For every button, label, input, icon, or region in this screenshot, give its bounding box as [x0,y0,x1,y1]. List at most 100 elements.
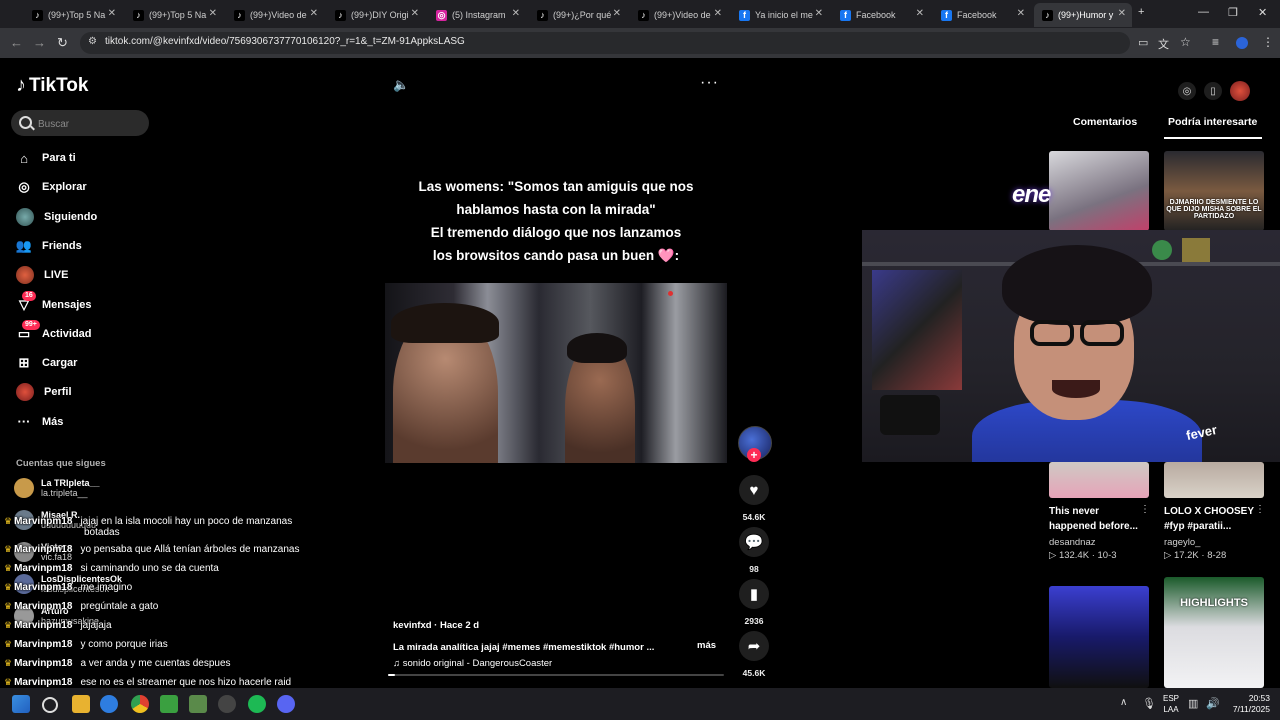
url-field[interactable]: ⚙ tiktok.com/@kevinfxd/video/75693067377… [80,32,1191,54]
user-avatar[interactable] [1230,81,1250,101]
file-explorer-icon[interactable] [72,695,90,713]
related-author-2[interactable]: rageylo_ [1164,537,1200,548]
video-frame[interactable] [385,283,727,463]
tiktok-logo[interactable]: ♪ TikTok [16,74,88,97]
browser-tab[interactable]: ♪ (99+)Top 5 Na ✕ [24,3,122,27]
network-icon[interactable]: ▥ [1188,697,1198,710]
close-tab-icon[interactable]: ✕ [613,8,621,19]
nav-item-friends[interactable]: 👥 Friends [16,235,82,257]
related-video-thumb-3[interactable] [1049,462,1149,498]
video-author-line[interactable]: kevinfxd · Hace 2 d [393,620,723,631]
reload-icon[interactable]: ↻ [57,35,68,51]
bookmark-star-icon[interactable]: ☆ [1180,35,1191,49]
close-tab-icon[interactable]: ✕ [209,8,217,19]
related-video-thumb-6[interactable]: HIGHLIGHTS [1164,577,1264,688]
browser-tab[interactable]: ♪ (99+)DIY Origi ✕ [327,3,425,27]
nav-item-cargar[interactable]: ⊞ Cargar [16,352,78,374]
xbox-app-icon[interactable] [160,695,178,713]
video-progress-bar[interactable] [388,674,724,676]
close-tab-icon[interactable]: ✕ [1118,8,1126,19]
close-tab-icon[interactable]: ✕ [310,8,318,19]
close-tab-icon[interactable]: ✕ [411,8,419,19]
back-icon[interactable]: ← [10,35,23,50]
close-tab-icon[interactable]: ✕ [714,8,722,19]
nav-item-perfil[interactable]: Perfil [16,381,72,403]
nav-item-más[interactable]: ··· Más [16,411,64,433]
profile-avatar[interactable] [1236,37,1248,49]
close-tab-icon[interactable]: ✕ [916,8,924,19]
nav-item-actividad[interactable]: ▭ 99+ Actividad [16,319,92,345]
tab-might-interest[interactable]: Podría interesarte [1168,116,1257,128]
minimize-button[interactable]: — [1198,6,1209,18]
heart-button[interactable]: ♥ 54.6K [738,475,770,522]
volume-icon[interactable]: 🔈 [393,77,409,93]
chrome-icon[interactable] [131,695,149,713]
card-more-icon[interactable]: ⋮ [1255,504,1265,515]
mic-tray-icon[interactable]: 🎙 [1142,697,1156,710]
close-tab-icon[interactable]: ✕ [1017,8,1025,19]
browser-tab[interactable]: f Ya inicio el me ✕ [731,3,829,27]
device-icon[interactable]: ▯ [1204,82,1222,100]
obs-icon[interactable] [218,695,236,713]
video-sound[interactable]: ♫ sonido original - DangerousCoaster [393,658,723,669]
edge-icon[interactable] [100,695,118,713]
browser-tab[interactable]: f Facebook ✕ [832,3,930,27]
site-info-icon[interactable]: ⚙ [88,36,97,47]
nav-item-siguiendo[interactable]: Siguiendo [16,206,97,228]
browser-tab[interactable]: ♪ (99+)Video de ✕ [630,3,728,27]
tab-comments[interactable]: Comentarios [1073,116,1137,128]
close-tab-icon[interactable]: ✕ [512,8,520,19]
comment-button[interactable]: 💬 98 [738,527,770,574]
related-video-thumb-2[interactable]: DJMARIIO DESMIENTE LO QUE DIJO MISHA SOB… [1164,151,1264,231]
close-tab-icon[interactable]: ✕ [108,8,116,19]
discord-icon[interactable] [277,695,295,713]
search-icon [19,116,32,129]
browser-tab[interactable]: ♪ (99+)Humor y ✕ [1034,3,1132,27]
share-button[interactable]: ➦ 45.6K [738,631,770,678]
description-more-link[interactable]: más [697,640,716,651]
start-icon[interactable] [12,695,30,713]
nav-item-para-ti[interactable]: ⌂ Para ti [16,147,76,169]
related-video-thumb-4[interactable] [1164,462,1264,498]
system-clock[interactable]: 20:53 7/11/2025 [1226,693,1270,715]
game-app-icon[interactable] [189,695,207,713]
related-title-1[interactable]: This never happened before... [1049,504,1139,534]
nav-item-live[interactable]: LIVE [16,264,68,286]
more-options-icon[interactable]: ··· [700,74,719,92]
spotify-icon[interactable] [248,695,266,713]
card-more-icon[interactable]: ⋮ [1140,504,1150,515]
forward-icon[interactable]: → [33,35,46,50]
tray-chevron-icon[interactable]: ∧ [1120,697,1127,708]
search-input[interactable] [36,114,145,134]
volume-tray-icon[interactable]: 🔊 [1206,697,1220,710]
follow-plus-button[interactable]: + [747,448,761,462]
browser-tab[interactable]: f Facebook ✕ [933,3,1031,27]
related-title-2[interactable]: LOLO X CHOOSEY #fyp #paratii... [1164,504,1254,534]
restore-button[interactable]: ❐ [1228,6,1238,19]
coins-icon[interactable]: ◎ [1178,82,1196,100]
translate-icon[interactable]: 文 [1158,36,1169,52]
nav-item-explorar[interactable]: ◎ Explorar [16,176,86,198]
close-tab-icon[interactable]: ✕ [815,8,823,19]
browser-tab[interactable]: ♪ (99+)Video de ✕ [226,3,324,27]
following-account[interactable]: La TRIpleta__ la.tripleta__ [14,478,100,498]
search-taskbar-icon[interactable] [42,697,58,713]
related-video-thumb-1[interactable] [1049,151,1149,231]
close-window-button[interactable]: ✕ [1258,6,1267,19]
bookmark-button[interactable]: ▮ 2936 [738,579,770,626]
browser-tab-title: (99+)Video de [654,10,711,20]
tab-search-icon[interactable]: ≡ [1212,35,1219,49]
browser-tab[interactable]: ♪ (99+)Top 5 Na ✕ [125,3,223,27]
cast-icon[interactable]: ▭ [1138,36,1148,49]
search-box[interactable] [11,110,149,136]
chat-message: ♛ Marvinpm18 me imagino [4,582,132,593]
nav-item-mensajes[interactable]: ▽ 16 Mensajes [16,290,92,316]
browser-tab[interactable]: ◎ (5) Instagram ✕ [428,3,526,27]
related-author-1[interactable]: desandnaz [1049,537,1095,548]
url-text[interactable]: tiktok.com/@kevinfxd/video/7569306737770… [105,36,465,47]
related-video-thumb-5[interactable] [1049,586,1149,688]
new-tab-button[interactable]: + [1138,6,1144,18]
browser-menu-icon[interactable]: ⋮ [1262,35,1274,49]
language-indicator[interactable]: ESP LAA [1163,693,1179,715]
browser-tab[interactable]: ♪ (99+)¿Por qué ✕ [529,3,627,27]
